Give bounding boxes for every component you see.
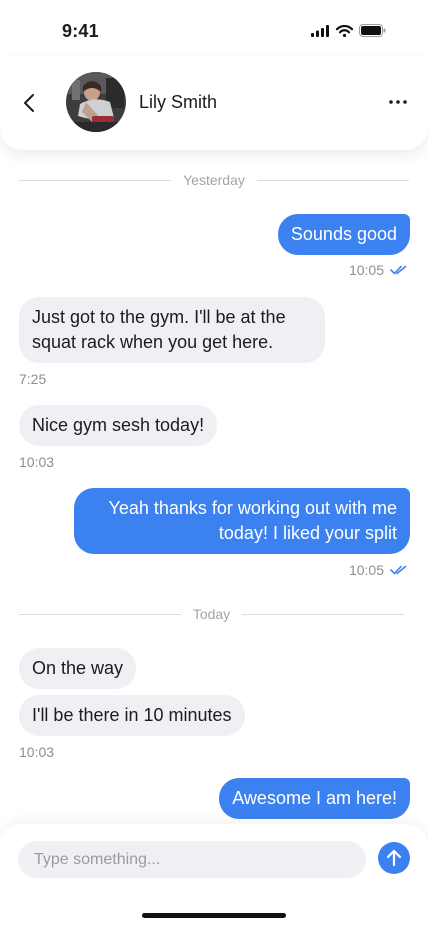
status-time: 9:41	[62, 21, 99, 41]
incoming-message[interactable]: Just got to the gym. I'll be at the squa…	[19, 297, 325, 363]
send-button[interactable]	[378, 842, 410, 874]
message-list[interactable]: Yesterday Sounds good 10:05 Just got to …	[0, 150, 428, 824]
message-time: 10:05	[348, 262, 384, 278]
more-options-button[interactable]	[386, 90, 410, 114]
date-divider: Today	[19, 604, 405, 624]
message-time: 10:03	[19, 744, 55, 760]
back-button[interactable]	[14, 88, 44, 118]
message-time: 10:03	[19, 454, 55, 470]
message-time: 7:25	[19, 371, 47, 387]
incoming-message[interactable]: On the way	[19, 648, 137, 689]
date-divider-label: Yesterday	[183, 172, 245, 188]
double-check-icon	[390, 565, 407, 575]
message-composer	[0, 824, 428, 927]
avatar[interactable]	[66, 72, 126, 132]
home-indicator[interactable]	[142, 913, 286, 918]
date-divider: Yesterday	[19, 170, 409, 190]
date-divider-label: Today	[192, 606, 231, 622]
more-horizontal-icon	[389, 100, 407, 104]
status-icons	[311, 24, 386, 37]
chat-header: Lily Smith	[0, 56, 428, 150]
message-input[interactable]	[18, 841, 366, 878]
message-time: 10:05	[348, 562, 384, 578]
status-bar: 9:41	[0, 0, 428, 64]
double-check-icon	[390, 265, 407, 275]
outgoing-message[interactable]: Yeah thanks for working out with me toda…	[74, 488, 410, 554]
contact-name[interactable]: Lily Smith	[139, 92, 217, 113]
battery-icon	[359, 24, 386, 37]
chevron-left-icon	[24, 94, 34, 112]
wifi-icon	[336, 24, 353, 37]
incoming-message[interactable]: I'll be there in 10 minutes	[19, 695, 245, 736]
message-meta: 10:05	[349, 562, 408, 578]
contact-photo	[66, 72, 126, 132]
outgoing-message[interactable]: Sounds good	[277, 214, 410, 255]
outgoing-message[interactable]: Awesome I am here!	[219, 778, 410, 819]
arrow-up-icon	[386, 849, 402, 867]
incoming-message[interactable]: Nice gym sesh today!	[19, 405, 218, 446]
cellular-signal-icon	[311, 24, 329, 37]
message-meta: 10:05	[349, 262, 408, 278]
